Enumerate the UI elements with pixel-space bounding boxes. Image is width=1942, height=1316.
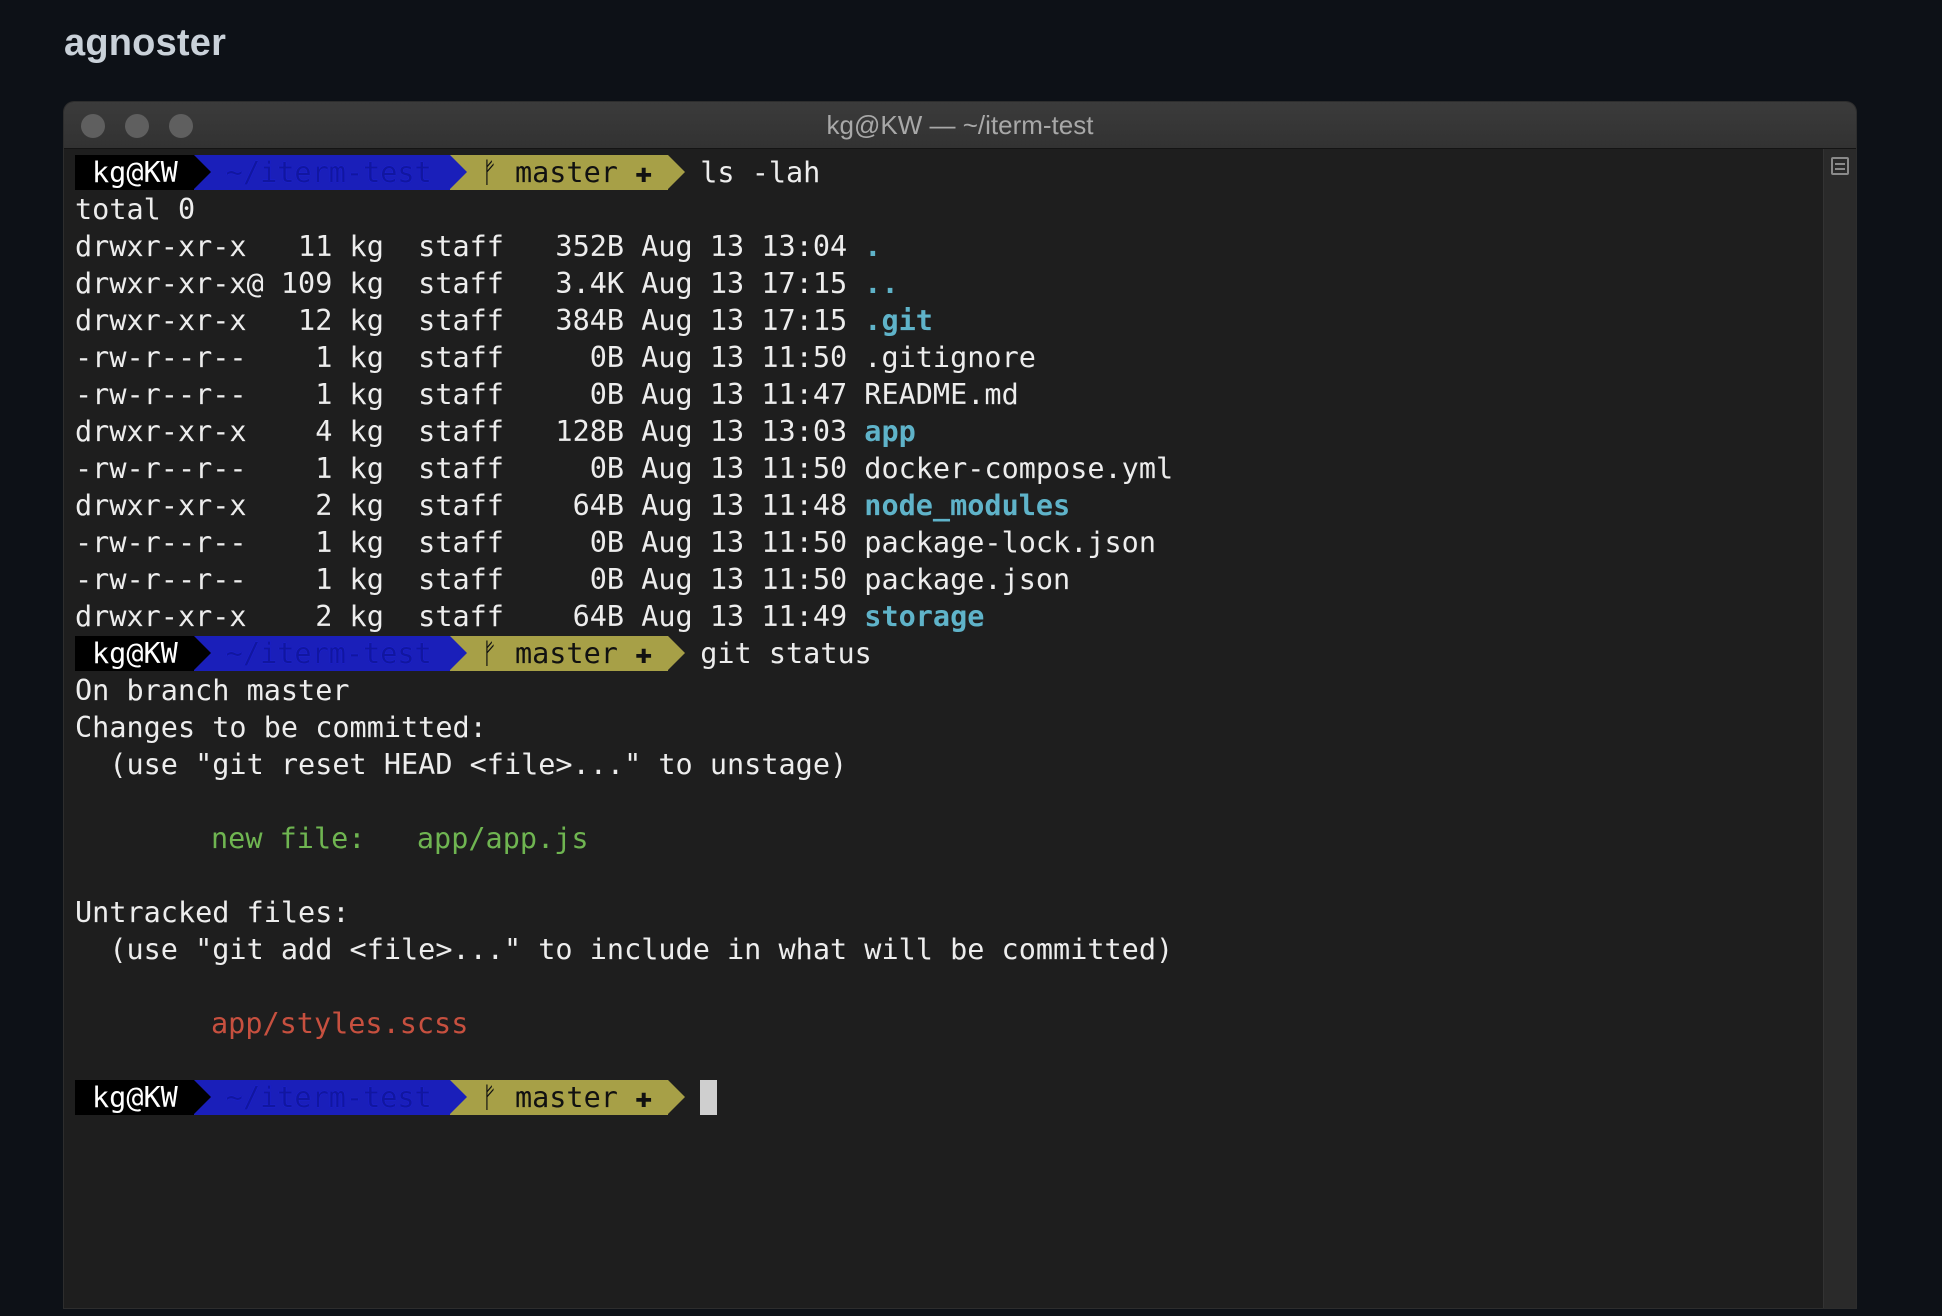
ls-row-name: . — [864, 230, 882, 263]
text-cursor[interactable] — [700, 1080, 718, 1115]
prompt-git-segment: ᚠ master ✚ — [449, 155, 685, 190]
prompt-git-segment: ᚠ master ✚ — [449, 1080, 685, 1115]
ls-row-meta: drwxr-xr-x 12 kg staff 384B Aug 13 17:15 — [75, 304, 865, 337]
git-staged-file: new file: app/app.js — [211, 822, 589, 855]
ls-row-name: node_modules — [864, 489, 1071, 522]
ls-row-name: .gitignore — [864, 341, 1036, 374]
ls-row-meta: drwxr-xr-x 2 kg staff 64B Aug 13 11:49 — [75, 600, 865, 633]
scroll-split-icon[interactable] — [1831, 157, 1849, 175]
ls-row-meta: drwxr-xr-x 2 kg staff 64B Aug 13 11:48 — [75, 489, 865, 522]
git-staged-hint: (use "git reset HEAD <file>..." to unsta… — [75, 748, 848, 781]
command-text: ls -lah — [700, 156, 821, 189]
ls-row-meta: -rw-r--r-- 1 kg staff 0B Aug 13 11:47 — [75, 378, 865, 411]
prompt-dir-segment: ~/iterm-test — [193, 155, 467, 190]
command-text: git status — [700, 637, 872, 670]
prompt-dir-segment: ~/iterm-test — [193, 1080, 467, 1115]
ls-row-name: .. — [864, 267, 899, 300]
terminal-output[interactable]: kg@KW ~/iterm-test ᚠ master ✚ ls -lah to… — [75, 154, 1816, 1116]
git-staged-header: Changes to be committed: — [75, 711, 487, 744]
ls-row-name: .git — [864, 304, 933, 337]
ls-row: -rw-r--r-- 1 kg staff 0B Aug 13 11:47 RE… — [75, 376, 1816, 413]
prompt-user-segment: kg@KW — [75, 636, 211, 671]
ls-row-name: app — [864, 415, 916, 448]
git-untracked-file: app/styles.scss — [211, 1007, 469, 1040]
ls-row: drwxr-xr-x@ 109 kg staff 3.4K Aug 13 17:… — [75, 265, 1816, 302]
ls-row-name: package-lock.json — [864, 526, 1156, 559]
ls-row-meta: drwxr-xr-x@ 109 kg staff 3.4K Aug 13 17:… — [75, 267, 865, 300]
git-untracked-hint: (use "git add <file>..." to include in w… — [75, 933, 1174, 966]
ls-row-name: storage — [864, 600, 985, 633]
ls-row-meta: -rw-r--r-- 1 kg staff 0B Aug 13 11:50 — [75, 341, 865, 374]
ls-row: drwxr-xr-x 2 kg staff 64B Aug 13 11:48 n… — [75, 487, 1816, 524]
scrollbar[interactable] — [1823, 149, 1856, 1308]
page-heading: agnoster — [64, 22, 227, 64]
ls-row: drwxr-xr-x 11 kg staff 352B Aug 13 13:04… — [75, 228, 1816, 265]
ls-row-meta: drwxr-xr-x 4 kg staff 128B Aug 13 13:03 — [75, 415, 865, 448]
prompt-dir-segment: ~/iterm-test — [193, 636, 467, 671]
terminal-window[interactable]: kg@KW — ~/iterm-test kg@KW ~/iterm-test … — [64, 102, 1856, 1308]
ls-row: -rw-r--r-- 1 kg staff 0B Aug 13 11:50 do… — [75, 450, 1816, 487]
ls-row: drwxr-xr-x 2 kg staff 64B Aug 13 11:49 s… — [75, 598, 1816, 635]
ls-row-name: README.md — [864, 378, 1019, 411]
ls-row-meta: -rw-r--r-- 1 kg staff 0B Aug 13 11:50 — [75, 563, 865, 596]
ls-row-meta: drwxr-xr-x 11 kg staff 352B Aug 13 13:04 — [75, 230, 865, 263]
prompt-line: kg@KW ~/iterm-test ᚠ master ✚ git status — [75, 635, 1816, 672]
ls-listing: drwxr-xr-x 11 kg staff 352B Aug 13 13:04… — [75, 228, 1816, 635]
ls-row: drwxr-xr-x 12 kg staff 384B Aug 13 17:15… — [75, 302, 1816, 339]
git-branch-line: On branch master — [75, 674, 350, 707]
prompt-user-segment: kg@KW — [75, 155, 211, 190]
ls-row: -rw-r--r-- 1 kg staff 0B Aug 13 11:50 pa… — [75, 561, 1816, 598]
ls-row-name: package.json — [864, 563, 1071, 596]
ls-total: total 0 — [75, 193, 196, 226]
ls-row: -rw-r--r-- 1 kg staff 0B Aug 13 11:50 pa… — [75, 524, 1816, 561]
prompt-line: kg@KW ~/iterm-test ᚠ master ✚ ls -lah — [75, 154, 1816, 191]
window-title: kg@KW — ~/iterm-test — [826, 110, 1094, 140]
ls-row-meta: -rw-r--r-- 1 kg staff 0B Aug 13 11:50 — [75, 452, 865, 485]
ls-row: drwxr-xr-x 4 kg staff 128B Aug 13 13:03 … — [75, 413, 1816, 450]
ls-row-meta: -rw-r--r-- 1 kg staff 0B Aug 13 11:50 — [75, 526, 865, 559]
prompt-git-segment: ᚠ master ✚ — [449, 636, 685, 671]
prompt-line[interactable]: kg@KW ~/iterm-test ᚠ master ✚ — [75, 1079, 1816, 1116]
git-untracked-header: Untracked files: — [75, 896, 350, 929]
prompt-user-segment: kg@KW — [75, 1080, 211, 1115]
ls-row-name: docker-compose.yml — [864, 452, 1174, 485]
ls-row: -rw-r--r-- 1 kg staff 0B Aug 13 11:50 .g… — [75, 339, 1816, 376]
title-bar[interactable]: kg@KW — ~/iterm-test — [64, 102, 1856, 149]
